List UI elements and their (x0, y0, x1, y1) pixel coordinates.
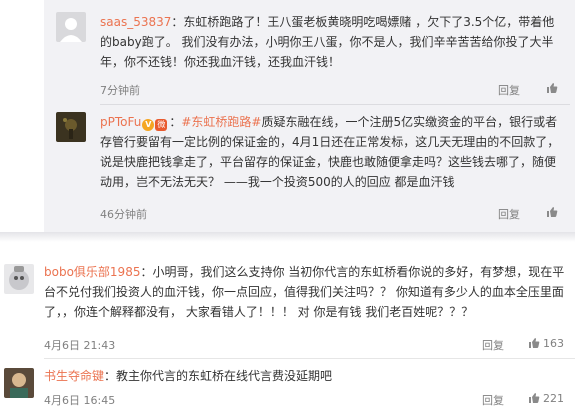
reply-thread-panel: saas_53837：东虹桥跑路了！王八蛋老板黄晓明吃喝嫖赌 ，欠下了3.5个亿… (44, 0, 575, 232)
like-count: 221 (543, 392, 564, 405)
reply-meta: 7分钟前 回复 (100, 82, 560, 98)
thumbs-up-icon (547, 83, 558, 93)
comment-username[interactable]: 书生夺命键 (44, 369, 104, 383)
comment-meta: 4月6日 21:43 回复 163 (44, 337, 572, 353)
like-button[interactable]: 221 (528, 392, 564, 405)
reply-separator (100, 104, 570, 105)
reply-time: 46分钟前 (100, 208, 147, 221)
thumbs-up-icon (529, 338, 540, 348)
comment-time: 4月6日 21:43 (44, 339, 116, 352)
like-button[interactable] (546, 206, 558, 221)
user-avatar-image (4, 264, 34, 294)
section-shadow (0, 232, 575, 242)
comment-divider (44, 358, 575, 359)
comment-time: 4月6日 16:45 (44, 394, 116, 407)
like-count: 163 (543, 337, 564, 350)
avatar-shusheng[interactable] (4, 368, 34, 398)
thumbs-up-icon (529, 393, 540, 403)
reply-username[interactable]: saas_53837 (100, 15, 171, 29)
default-avatar-icon (56, 12, 86, 42)
reply-username[interactable]: pPToFu (100, 115, 141, 129)
reply-colon: ： (169, 115, 182, 129)
avatar-bobo[interactable] (4, 264, 34, 294)
avatar-default[interactable] (56, 12, 86, 42)
thumbs-up-icon (547, 207, 558, 217)
topic-link[interactable]: #东虹桥跑路# (181, 115, 261, 129)
comment-reply-button[interactable]: 回复 (482, 337, 504, 353)
reply-button[interactable]: 回复 (498, 206, 520, 222)
reply-time: 7分钟前 (100, 84, 140, 97)
like-button[interactable]: 163 (528, 337, 564, 350)
reply-button[interactable]: 回复 (498, 82, 520, 98)
comment-username[interactable]: bobo俱乐部1985 (44, 265, 140, 279)
comment-reply-button[interactable]: 回复 (482, 392, 504, 408)
comment-text: ：教主你代言的东虹桥在线代言费没延期吧 (104, 369, 333, 383)
verified-badge-icon: V (142, 119, 155, 131)
avatar-ptofu[interactable] (56, 112, 86, 142)
user-avatar-image (4, 368, 34, 398)
reply-meta: 46分钟前 回复 (100, 206, 560, 222)
weibo-badge-icon: 微 (155, 119, 168, 131)
comment-meta: 4月6日 16:45 回复 221 (44, 392, 572, 408)
user-avatar-image (56, 112, 86, 142)
like-button[interactable] (546, 82, 558, 97)
